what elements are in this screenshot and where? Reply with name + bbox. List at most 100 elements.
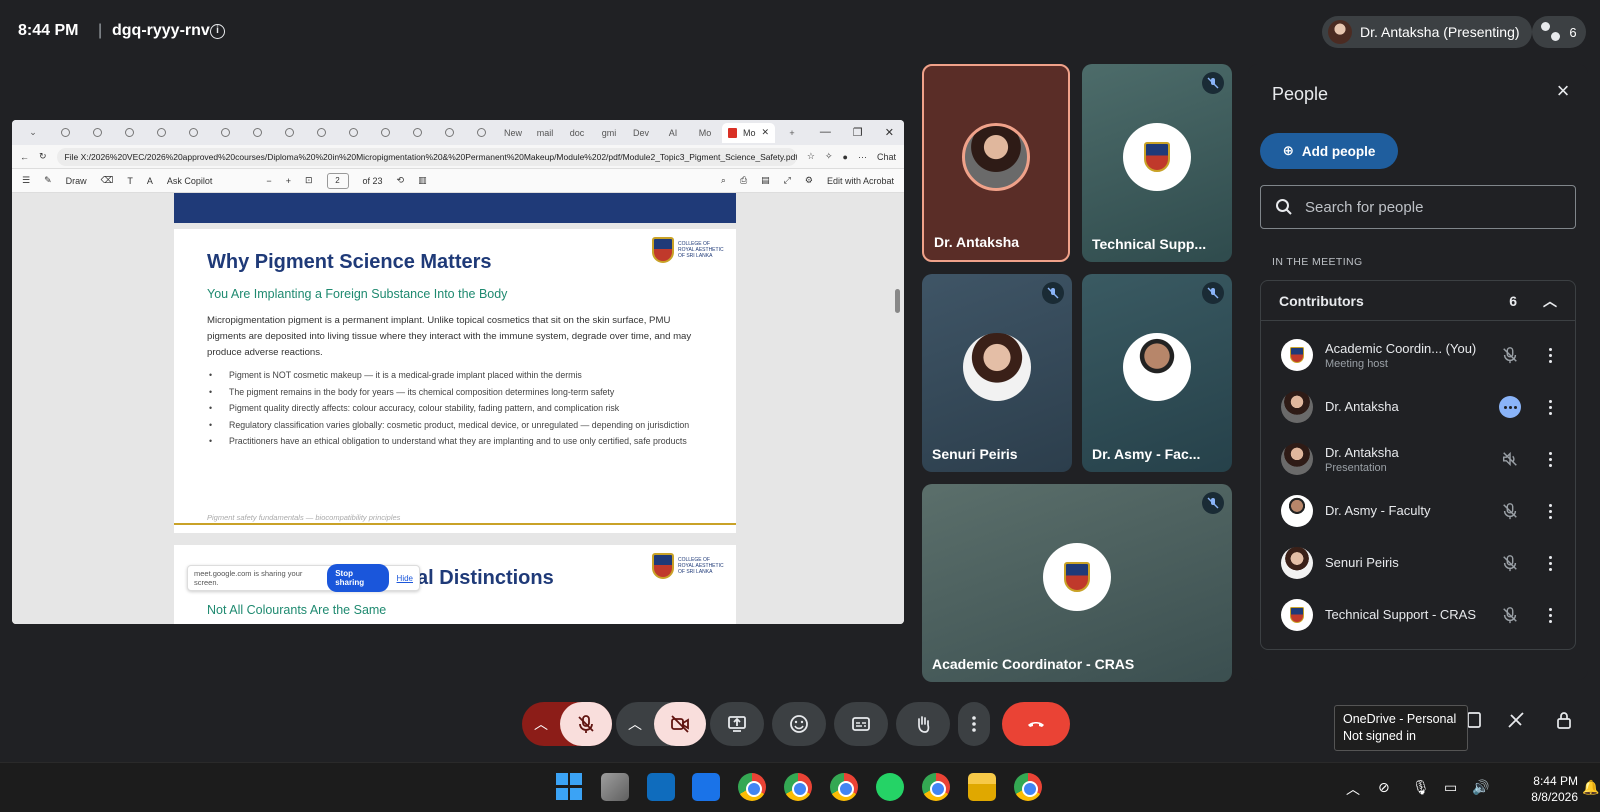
browser-tab[interactable] bbox=[434, 124, 464, 142]
host-controls-lock-icon[interactable] bbox=[1552, 708, 1576, 732]
outlook-new-icon[interactable] bbox=[692, 773, 720, 801]
more-options-icon[interactable] bbox=[1543, 500, 1557, 522]
chrome-icon[interactable] bbox=[1014, 773, 1042, 801]
browser-tab-active[interactable]: Mo ✕ bbox=[722, 122, 776, 143]
more-options-icon[interactable] bbox=[1543, 604, 1557, 626]
captions-button[interactable] bbox=[834, 702, 888, 746]
raise-hand-button[interactable] bbox=[896, 702, 950, 746]
mic-off-icon[interactable] bbox=[1499, 552, 1521, 574]
browser-tab[interactable] bbox=[338, 124, 368, 142]
more-options-icon[interactable] bbox=[1543, 396, 1557, 418]
profile-icon[interactable]: ● bbox=[843, 152, 848, 162]
participant-row[interactable]: Dr. Asmy - Faculty bbox=[1261, 485, 1577, 537]
page-view-icon[interactable]: ▥ bbox=[418, 175, 427, 186]
fullscreen-icon[interactable]: ⤢ bbox=[784, 175, 791, 186]
chrome-icon[interactable] bbox=[922, 773, 950, 801]
present-screen-button[interactable] bbox=[710, 702, 764, 746]
display-icon[interactable]: ▭ bbox=[1444, 779, 1457, 796]
tile-dr-antaksha[interactable]: Dr. Antaksha bbox=[922, 64, 1070, 262]
audio-off-icon[interactable] bbox=[1499, 448, 1521, 470]
browser-tab[interactable]: New bbox=[498, 124, 528, 142]
participant-row[interactable]: Technical Support - CRAS bbox=[1261, 589, 1577, 641]
clock[interactable]: 8:44 PM 8/8/2026 bbox=[1508, 773, 1578, 805]
contents-icon[interactable]: ☰ bbox=[22, 175, 30, 186]
presenting-chip[interactable]: Dr. Antaksha (Presenting) bbox=[1322, 16, 1532, 48]
participant-row[interactable]: Senuri Peiris bbox=[1261, 537, 1577, 589]
mic-off-icon[interactable] bbox=[1499, 604, 1521, 626]
copilot-chat-button[interactable]: Chat bbox=[877, 152, 896, 162]
file-explorer-icon[interactable] bbox=[968, 773, 996, 801]
tile-academic-coordinator[interactable]: Academic Coordinator - CRAS bbox=[922, 484, 1232, 682]
chrome-icon[interactable] bbox=[830, 773, 858, 801]
microphone-icon[interactable]: 🎙 bbox=[1412, 779, 1430, 796]
chevron-up-icon[interactable]: ︿ bbox=[1543, 291, 1557, 311]
participant-row[interactable]: Academic Coordin... (You) Meeting host bbox=[1261, 329, 1577, 381]
browser-tab[interactable]: Mo bbox=[690, 124, 720, 142]
participant-row[interactable]: Dr. Antaksha bbox=[1261, 381, 1577, 433]
outlook-icon[interactable] bbox=[647, 773, 675, 801]
address-bar[interactable]: File X:/2026%20VEC/2026%20approved%20cou… bbox=[56, 147, 797, 166]
pdf-viewport[interactable]: COLLEGE OF ROYAL AESTHETIC OF SRI LANKA … bbox=[12, 193, 904, 624]
browser-tab[interactable] bbox=[50, 124, 80, 142]
tray-chevron-up-icon[interactable]: ︿ bbox=[1346, 779, 1360, 799]
stop-sharing-button[interactable]: Stop sharing bbox=[327, 564, 389, 592]
participant-row[interactable]: Dr. Antaksha Presentation bbox=[1261, 433, 1577, 485]
more-options-icon[interactable] bbox=[1543, 448, 1557, 470]
window-close-icon[interactable]: ✕ bbox=[885, 126, 894, 139]
ask-copilot-button[interactable]: Ask Copilot bbox=[167, 176, 213, 186]
tile-technical-support[interactable]: Technical Supp... bbox=[1082, 64, 1232, 262]
browser-tab[interactable] bbox=[274, 124, 304, 142]
browser-tab[interactable]: doc bbox=[562, 124, 592, 142]
mic-off-icon[interactable] bbox=[1499, 500, 1521, 522]
fit-page-icon[interactable]: ⊡ bbox=[305, 175, 313, 186]
info-icon[interactable]: i bbox=[210, 24, 225, 39]
settings-gear-icon[interactable]: ⚙ bbox=[805, 175, 813, 186]
browser-tab[interactable] bbox=[370, 124, 400, 142]
browser-tab[interactable] bbox=[402, 124, 432, 142]
browser-tab[interactable] bbox=[114, 124, 144, 142]
new-tab-icon[interactable]: + bbox=[777, 124, 807, 142]
hide-notice-link[interactable]: Hide bbox=[397, 574, 413, 583]
search-people-input[interactable] bbox=[1305, 198, 1565, 216]
browser-tab[interactable] bbox=[466, 124, 496, 142]
more-icon[interactable]: ··· bbox=[858, 152, 867, 162]
tab-list-icon[interactable]: ⌄ bbox=[18, 124, 48, 142]
minimize-icon[interactable]: — bbox=[820, 126, 831, 139]
browser-tab[interactable]: Dev bbox=[626, 124, 656, 142]
reload-icon[interactable]: ↻ bbox=[39, 151, 47, 162]
people-search[interactable] bbox=[1260, 185, 1576, 229]
find-icon[interactable]: ⌕ bbox=[721, 175, 726, 186]
task-view-icon[interactable] bbox=[601, 773, 629, 801]
edit-acrobat-button[interactable]: Edit with Acrobat bbox=[827, 176, 894, 186]
zoom-in-icon[interactable]: + bbox=[286, 176, 291, 186]
contributors-header[interactable]: Contributors 6 ︿ bbox=[1261, 281, 1575, 321]
more-options-button[interactable] bbox=[958, 702, 990, 746]
tile-senuri-peiris[interactable]: Senuri Peiris bbox=[922, 274, 1072, 472]
volume-icon[interactable]: 🔊 bbox=[1472, 779, 1489, 796]
save-icon[interactable]: ▤ bbox=[761, 175, 770, 186]
tile-dr-asmy[interactable]: Dr. Asmy - Fac... bbox=[1082, 274, 1232, 472]
browser-tab[interactable] bbox=[306, 124, 336, 142]
browser-tab[interactable] bbox=[146, 124, 176, 142]
highlight-icon[interactable]: ✎ bbox=[44, 175, 52, 186]
leave-call-button[interactable] bbox=[1002, 702, 1070, 746]
chrome-icon[interactable] bbox=[784, 773, 812, 801]
maximize-icon[interactable]: ❐ bbox=[853, 126, 863, 139]
more-options-icon[interactable] bbox=[1543, 344, 1557, 366]
close-panel-icon[interactable]: × bbox=[1552, 80, 1574, 102]
browser-tab[interactable]: gmi bbox=[594, 124, 624, 142]
collections-icon[interactable]: ✧ bbox=[825, 151, 833, 162]
network-icon[interactable]: ⊘ bbox=[1378, 779, 1390, 796]
draw-button[interactable]: Draw bbox=[66, 176, 87, 186]
pdf-scrollbar[interactable] bbox=[895, 289, 900, 313]
text-icon[interactable]: T bbox=[127, 176, 133, 186]
tab-close-icon[interactable]: ✕ bbox=[762, 127, 770, 138]
print-icon[interactable]: ⎙ bbox=[740, 175, 747, 186]
chrome-icon[interactable] bbox=[738, 773, 766, 801]
browser-tab[interactable] bbox=[210, 124, 240, 142]
browser-tab[interactable] bbox=[242, 124, 272, 142]
read-aloud-icon[interactable]: A bbox=[147, 176, 153, 186]
mic-toggle-button[interactable] bbox=[560, 702, 612, 746]
participants-button[interactable]: 6 bbox=[1532, 16, 1586, 48]
camera-toggle-button[interactable] bbox=[654, 702, 706, 746]
